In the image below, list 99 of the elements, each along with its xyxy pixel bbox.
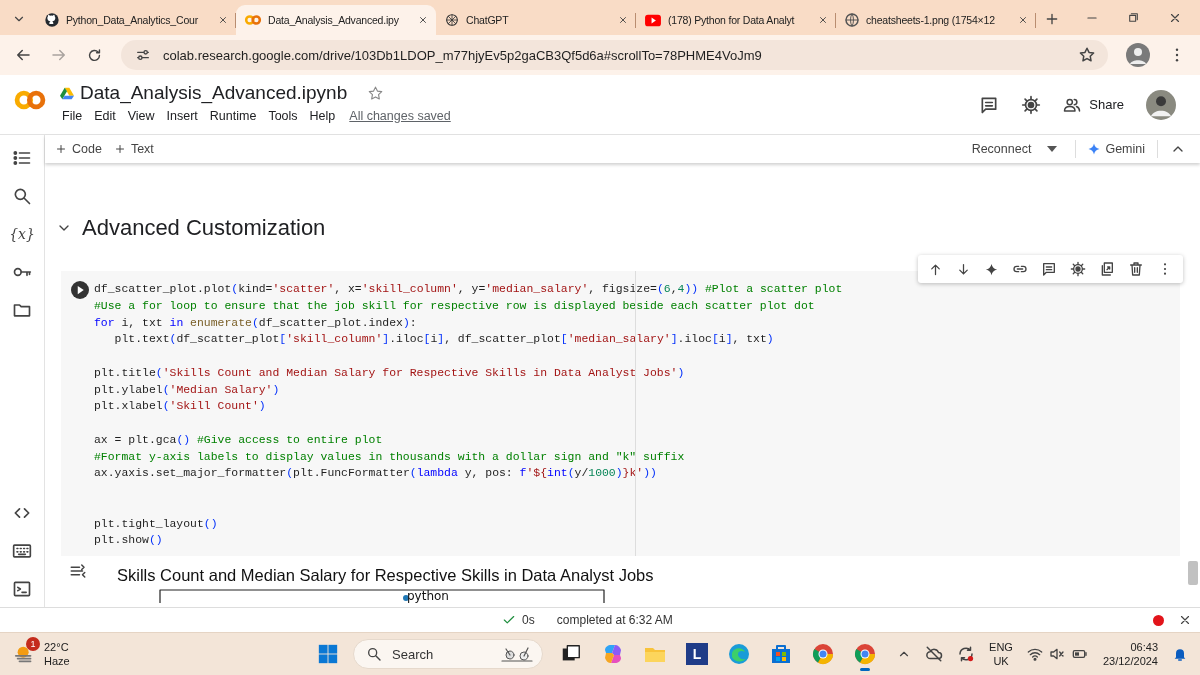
close-icon[interactable] xyxy=(1178,613,1192,627)
cat-logo-icon xyxy=(44,12,60,28)
reconnect-button[interactable]: Reconnect xyxy=(965,142,1038,156)
menu-item[interactable]: Help xyxy=(309,109,336,123)
elapsed-time: 0s xyxy=(522,613,535,627)
point-label: python xyxy=(407,589,449,603)
save-status-link[interactable]: All changes saved xyxy=(349,109,451,123)
menu-item[interactable]: File xyxy=(62,109,83,123)
search-icon[interactable] xyxy=(12,186,32,206)
menu-item[interactable]: Runtime xyxy=(209,109,257,123)
menu-item[interactable]: View xyxy=(127,109,155,123)
star-icon[interactable] xyxy=(367,84,385,102)
settings-icon[interactable] xyxy=(1070,261,1086,277)
table-of-contents-icon[interactable] xyxy=(12,148,32,168)
code-line: plt.xlabel('Skill Count') xyxy=(94,398,267,415)
browser-tab[interactable]: Data_Analysis_Advanced.ipy xyxy=(236,5,436,35)
code-line: ax.yaxis.set_major_formatter(plt.FuncFormatter(lambda y, pos: f'${int(y/1000)}k')) xyxy=(94,465,658,482)
comment-icon[interactable] xyxy=(1041,261,1057,277)
notification-badge: 1 xyxy=(26,637,40,651)
volume-muted-icon[interactable] xyxy=(1048,646,1065,662)
status-dot xyxy=(1153,614,1164,626)
start-icon[interactable] xyxy=(317,643,339,665)
browser-tab[interactable]: (178) Python for Data Analyt xyxy=(636,5,836,35)
code-line: plt.text(df_scatter_plot['skill_column'].iloc[i], df_scatter_plot['median_salary'].iloc[i], txt) xyxy=(113,331,775,348)
close-icon[interactable] xyxy=(818,15,828,25)
output-toggle-icon[interactable] xyxy=(69,562,87,580)
data-point xyxy=(403,595,409,601)
close-icon[interactable] xyxy=(1018,15,1028,25)
browser-tab[interactable]: Python_Data_Analytics_Cour xyxy=(36,5,236,35)
status-message: completed at 6:32 AM xyxy=(556,613,673,627)
menu-item[interactable]: Edit xyxy=(94,109,116,123)
keyboard-icon[interactable] xyxy=(12,541,32,561)
temperature: 22°C xyxy=(44,640,70,654)
menu-item[interactable]: Tools xyxy=(268,109,298,123)
plus-icon xyxy=(113,143,126,155)
bell-icon[interactable] xyxy=(1172,646,1188,662)
clock[interactable]: 06:43 23/12/2024 xyxy=(1102,640,1158,668)
notebook-title[interactable]: Data_Analysis_Advanced.ipynb xyxy=(80,82,348,104)
chart-title: Skills Count and Median Salary for Respective Skills in Data Analyst Jobs xyxy=(117,566,654,585)
run-button-icon[interactable] xyxy=(71,281,89,299)
add-code-button[interactable]: Code xyxy=(49,142,108,156)
close-icon[interactable] xyxy=(218,15,228,25)
scrollbar-thumb[interactable] xyxy=(1188,561,1198,585)
new-tab-icon[interactable] xyxy=(1044,11,1060,27)
triangle-logo-icon xyxy=(60,86,74,100)
section-heading: Advanced Customization xyxy=(82,215,326,241)
variables-icon[interactable]: {x} xyxy=(9,224,35,244)
gemini-button[interactable]: Gemini xyxy=(1082,142,1151,156)
app-tile[interactable]: L xyxy=(686,643,708,665)
move-down-icon[interactable] xyxy=(956,261,971,277)
check-icon xyxy=(502,613,517,627)
add-text-button[interactable]: Text xyxy=(107,142,160,156)
weather-condition: Haze xyxy=(44,654,70,668)
shopping-bag-icon[interactable] xyxy=(769,642,793,666)
avatar-icon[interactable] xyxy=(1146,89,1176,120)
sparkle-icon[interactable] xyxy=(984,261,999,277)
rings-logo-icon xyxy=(244,14,262,26)
browser-tab[interactable]: ChatGPT xyxy=(436,5,636,35)
page-icon[interactable] xyxy=(1099,261,1115,277)
code-line: #Use a for loop to ensure that the job skill for respective row is displayed beside each scatter plot dot xyxy=(94,297,816,314)
sync-icon[interactable] xyxy=(957,645,976,663)
address-bar[interactable]: colab.research.google.com/drive/103Db1LDOP_m77hjyEv5p2gaCB3Qf5d6a#scrollTo=78PHME4VoJm9 xyxy=(121,40,1108,70)
close-icon[interactable] xyxy=(1168,11,1182,25)
sparkle-icon xyxy=(1088,143,1101,155)
code-line: plt.tight_layout() xyxy=(94,515,219,532)
plus-icon xyxy=(55,143,67,155)
play-logo-icon xyxy=(644,13,662,27)
search-icon xyxy=(366,646,382,662)
code-line: ax = plt.gca() #Give access to entire plot xyxy=(94,431,384,448)
cloud-off-icon[interactable] xyxy=(925,645,944,663)
tricolor-circle-logo-icon[interactable] xyxy=(853,642,877,666)
move-up-icon[interactable] xyxy=(928,261,943,277)
code-cell[interactable] xyxy=(61,271,1180,556)
language-indicator[interactable]: ENG UK xyxy=(989,640,1013,668)
terminal-icon[interactable] xyxy=(12,579,32,599)
close-icon[interactable] xyxy=(418,15,428,25)
browser-tab[interactable]: cheatsheets-1.png (1754×12 xyxy=(836,5,1036,35)
share-button[interactable]: Share xyxy=(1063,95,1124,114)
reload-icon[interactable] xyxy=(86,46,103,64)
bookmark-star-icon[interactable] xyxy=(1078,46,1096,64)
site-settings-icon[interactable] xyxy=(135,47,151,63)
code-line: for i, txt in enumerate(df_scatter_plot.index): xyxy=(94,314,418,331)
globe-icon xyxy=(844,12,860,28)
code-line: plt.show() xyxy=(94,532,164,549)
trash-icon[interactable] xyxy=(1128,261,1144,277)
settings-icon[interactable] xyxy=(1021,94,1042,115)
restore-icon[interactable] xyxy=(1127,11,1140,24)
code-line: plt.title('Skills Count and Median Salary for Respective Skills in Data Analyst Jobs') xyxy=(94,364,686,381)
code-line: #Format y-axis labels to display values in thousands with a dollar sign and "k" suffix xyxy=(94,448,686,465)
code-line: df_scatter_plot.plot(kind='scatter', x='skill_column', y='median_salary', figsize=(6,4)) #Plot a scatter plot xyxy=(94,281,843,297)
wifi-icon[interactable] xyxy=(1026,646,1043,662)
menu-item[interactable]: Insert xyxy=(166,109,198,123)
tricolor-circle-logo-icon[interactable] xyxy=(811,642,835,666)
rings-logo-icon[interactable] xyxy=(13,89,47,111)
knot-logo-icon xyxy=(444,12,460,28)
code-line: plt.ylabel('Median Salary') xyxy=(94,381,281,398)
caret-icon[interactable] xyxy=(1047,146,1058,152)
close-icon[interactable] xyxy=(618,15,628,25)
search-field[interactable]: Search xyxy=(353,639,543,669)
